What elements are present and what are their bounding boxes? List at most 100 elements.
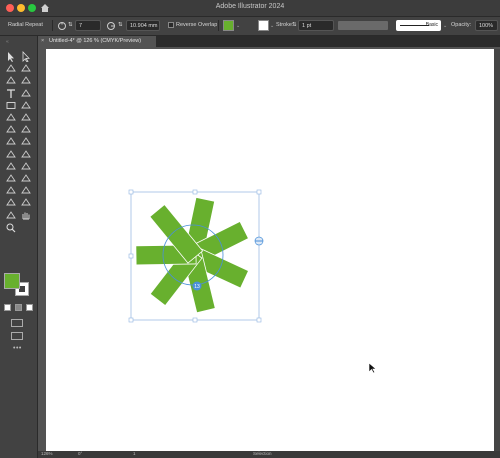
separator	[218, 20, 219, 31]
pen-tool[interactable]	[4, 75, 18, 86]
stroke-color-swatch[interactable]	[258, 20, 269, 31]
eraser-tool[interactable]	[19, 112, 33, 123]
curvature-tool[interactable]	[19, 75, 33, 86]
collapse-panel-icon[interactable]: «	[6, 39, 9, 45]
live-paint-tool[interactable]	[19, 149, 33, 160]
chevron-down-icon[interactable]: ⌄	[443, 23, 447, 29]
stepper-arrows-icon[interactable]: ⇅	[68, 22, 73, 28]
opacity-input[interactable]: 100%	[475, 20, 498, 31]
rectangle-tool[interactable]	[4, 100, 18, 111]
blend-tool[interactable]	[4, 185, 18, 196]
object-type-label: Radial Repeat	[8, 22, 43, 28]
direct-selection-icon	[22, 51, 30, 62]
stroke-weight-input[interactable]: 1 pt	[298, 20, 334, 31]
artboard-tool[interactable]	[19, 197, 33, 208]
line-tool[interactable]	[19, 88, 33, 99]
brush-stroke-preview	[400, 25, 429, 26]
type-tool[interactable]	[4, 88, 18, 99]
document-tab-title: Untitled-4* @ 126 % (CMYK/Preview)	[49, 38, 142, 44]
shape-builder-tool[interactable]	[4, 149, 18, 160]
instances-input[interactable]: 7	[75, 20, 101, 31]
fill-color-swatch[interactable]	[223, 20, 234, 31]
instances-icon	[58, 22, 66, 30]
artboard[interactable]	[46, 49, 494, 451]
lasso-tool[interactable]	[19, 63, 33, 74]
zoom-level[interactable]: 126%	[41, 451, 53, 456]
symbol-sprayer-tool[interactable]	[19, 185, 33, 196]
lasso-icon	[21, 64, 31, 72]
gradient-icon	[6, 174, 16, 182]
bounding-handle[interactable]	[256, 317, 262, 323]
screen-mode-icon[interactable]	[11, 332, 23, 340]
curvature-icon	[21, 76, 31, 84]
scale-tool[interactable]	[19, 124, 33, 135]
chevron-down-icon[interactable]: ⌄	[236, 23, 240, 29]
app-title: Adobe Illustrator 2024	[215, 3, 285, 10]
none-mode-button[interactable]	[26, 304, 33, 311]
hand-icon	[22, 212, 30, 220]
width-tool[interactable]	[4, 136, 18, 147]
rectangle-icon	[6, 101, 16, 109]
symbol-sprayer-icon	[21, 186, 31, 194]
draw-mode-icon[interactable]	[11, 319, 23, 327]
vertical-scrollbar[interactable]	[494, 49, 500, 451]
selection-tool[interactable]	[4, 51, 18, 62]
document-tab[interactable]: × Untitled-4* @ 126 % (CMYK/Preview)	[38, 36, 156, 47]
zoom-icon	[6, 223, 16, 233]
brush-definition-dropdown[interactable]: Basic	[396, 20, 441, 31]
free-transform-tool[interactable]	[19, 136, 33, 147]
shape-builder-icon	[6, 149, 16, 158]
mesh-tool[interactable]	[19, 161, 33, 172]
perspective-grid-tool[interactable]	[4, 161, 18, 172]
chevron-down-icon[interactable]: ⌄	[270, 23, 274, 29]
magic-wand-icon	[6, 64, 16, 72]
edit-toolbar-icon[interactable]: •••	[13, 345, 22, 352]
hand-tool[interactable]	[19, 210, 33, 221]
gradient-mode-button[interactable]	[15, 304, 22, 311]
shaper-tool[interactable]	[4, 112, 18, 123]
separator	[52, 20, 53, 31]
bounding-handle[interactable]	[128, 317, 134, 323]
bounding-handle[interactable]	[192, 189, 198, 195]
fill-swatch[interactable]	[4, 273, 20, 289]
close-tab-icon[interactable]: ×	[41, 36, 44, 47]
radius-input[interactable]: 10.904 mm	[126, 20, 160, 31]
eyedropper-icon	[21, 174, 31, 182]
control-bar: Radial Repeat ⇅ 7 ⇅ 10.904 mm Reverse Ov…	[0, 17, 500, 36]
bounding-handle[interactable]	[256, 189, 262, 195]
variable-width-profile[interactable]	[338, 21, 388, 30]
radial-repeat-group[interactable]: 13	[128, 189, 264, 323]
free-transform-icon	[21, 137, 31, 145]
paintbrush-icon	[21, 100, 31, 109]
stepper-arrows-icon[interactable]: ⇅	[292, 22, 297, 28]
eyedropper-tool[interactable]	[19, 173, 33, 184]
line-icon	[21, 88, 31, 97]
stepper-arrows-icon[interactable]: ⇅	[118, 22, 123, 28]
selection-icon	[8, 52, 14, 62]
opacity-label: Opacity:	[451, 22, 472, 28]
artboard-icon	[21, 198, 31, 206]
rotate-tool[interactable]	[4, 124, 18, 135]
color-mode-button[interactable]	[4, 304, 11, 311]
direct-selection-tool[interactable]	[19, 51, 33, 62]
artboard-number[interactable]: 1	[133, 451, 136, 456]
paintbrush-tool[interactable]	[19, 100, 33, 111]
bounding-handle[interactable]	[128, 253, 134, 259]
column-graph-tool[interactable]	[4, 197, 18, 208]
mouse-pointer-icon	[368, 362, 377, 374]
bounding-handle[interactable]	[192, 317, 198, 323]
status-bar: 126% 0° 1 Selection	[38, 451, 500, 458]
reverse-overlap-checkbox[interactable]	[168, 22, 174, 28]
gradient-tool[interactable]	[4, 173, 18, 184]
rotation-angle[interactable]: 0°	[78, 451, 82, 456]
slice-icon	[6, 210, 16, 219]
live-paint-icon	[21, 149, 31, 158]
slice-tool[interactable]	[4, 210, 18, 221]
zoom-tool[interactable]	[4, 222, 18, 233]
tools-panel: « •••	[0, 36, 38, 458]
brush-label: Basic	[425, 22, 438, 28]
bounding-handle[interactable]	[128, 189, 134, 195]
magic-wand-tool[interactable]	[4, 63, 18, 74]
radial-repeat-artwork[interactable]: 13	[120, 183, 270, 328]
instance-count-badge-label: 13	[194, 284, 200, 290]
